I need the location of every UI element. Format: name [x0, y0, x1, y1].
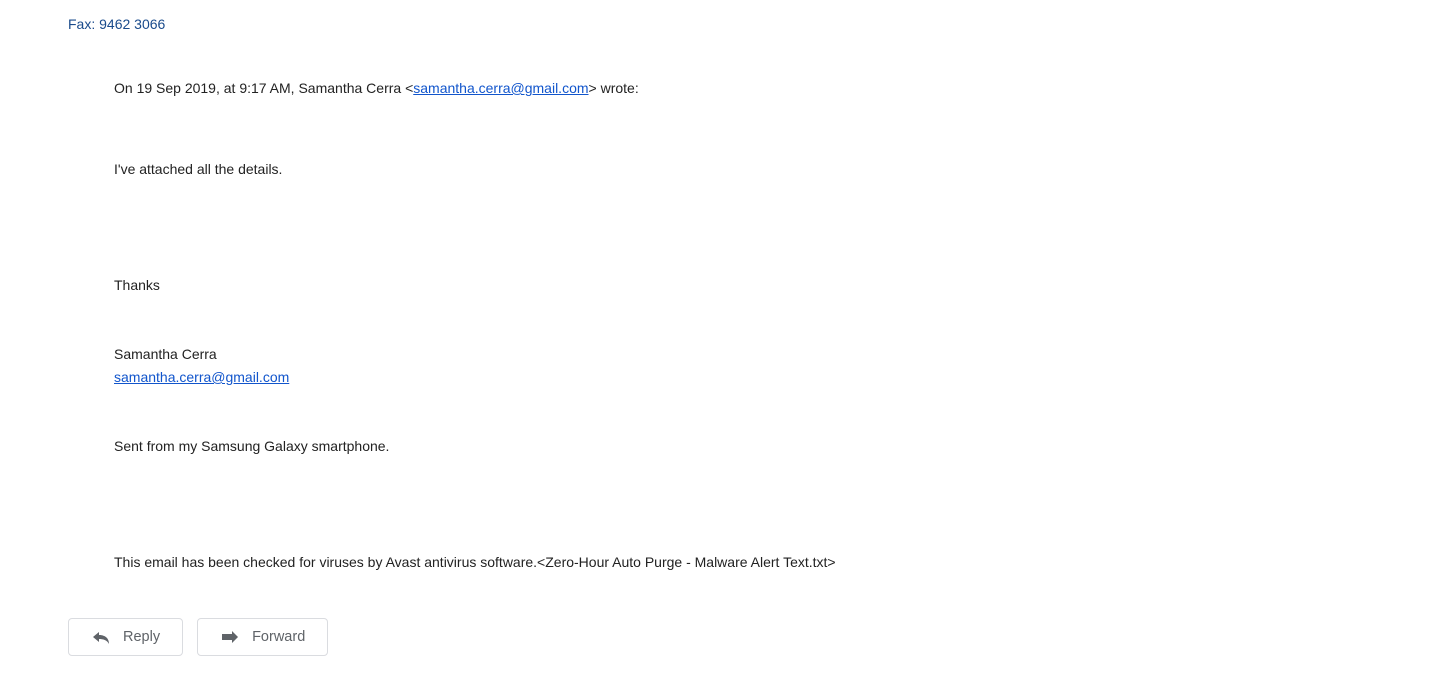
signature-email-link[interactable]: samantha.cerra@gmail.com: [114, 369, 289, 385]
fax-line: Fax: 9462 3066: [68, 16, 165, 32]
forward-label: Forward: [252, 629, 305, 645]
quote-prefix: On 19 Sep 2019, at 9:17 AM, Samantha Cer…: [114, 80, 413, 96]
quote-suffix: > wrote:: [589, 80, 639, 96]
body-thanks: Thanks: [114, 275, 1314, 296]
signature-email-container: samantha.cerra@gmail.com: [114, 367, 1314, 388]
reply-label: Reply: [123, 629, 160, 645]
reply-button[interactable]: Reply: [68, 618, 183, 656]
action-button-bar: Reply Forward: [68, 618, 328, 656]
body-attached-line: I've attached all the details.: [114, 159, 1314, 180]
reply-icon: [91, 629, 111, 645]
signature-name: Samantha Cerra: [114, 344, 1314, 365]
quote-header: On 19 Sep 2019, at 9:17 AM, Samantha Cer…: [114, 78, 1314, 99]
forward-icon: [220, 629, 240, 645]
virus-check-line: This email has been checked for viruses …: [114, 552, 1314, 573]
forward-button[interactable]: Forward: [197, 618, 328, 656]
sent-from-line: Sent from my Samsung Galaxy smartphone.: [114, 436, 1314, 457]
email-body: On 19 Sep 2019, at 9:17 AM, Samantha Cer…: [114, 78, 1314, 573]
sender-email-link[interactable]: samantha.cerra@gmail.com: [413, 80, 588, 96]
